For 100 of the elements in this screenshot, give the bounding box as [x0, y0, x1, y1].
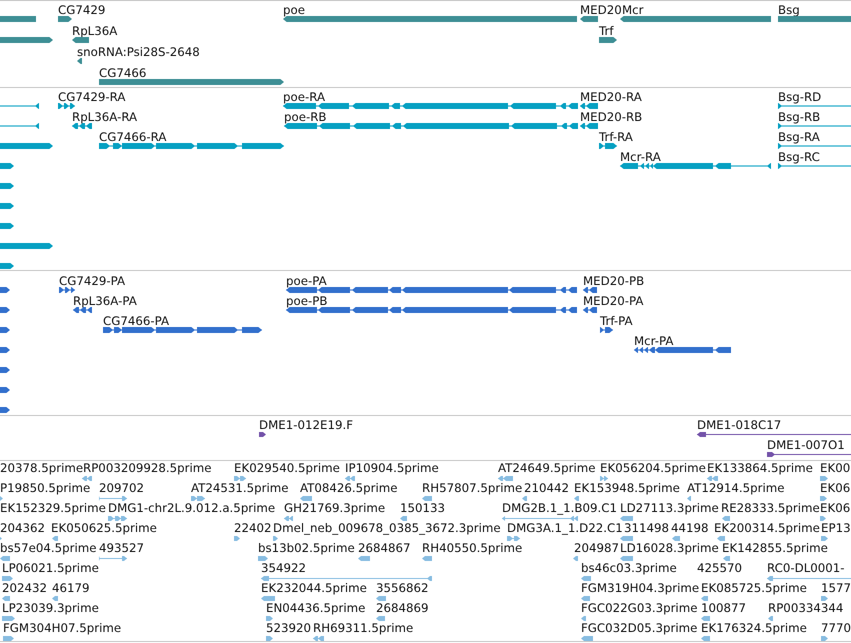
feature-label: DMG1-chr2L.9.012.a.5prime — [108, 501, 276, 515]
feature-label: Trf-PA — [600, 314, 633, 328]
feature-label: EK232044.5prime — [261, 581, 367, 595]
feature-label: EK152329.5prime — [0, 501, 106, 515]
feature-label: RC0-DL0001- — [767, 561, 845, 575]
feature-label: DME1-012E19.F — [259, 418, 353, 432]
feature-label: CG7429-RA — [58, 90, 126, 104]
feature-label: bs13b02.5prime — [258, 541, 355, 555]
feature-label: LD27113.3prime — [620, 501, 719, 515]
feature-label: MED20-RB — [580, 110, 642, 124]
feature-label: MED20 — [580, 3, 622, 17]
feature-label: 204362 — [0, 521, 46, 535]
feature-label: CG7466-PA — [103, 314, 170, 328]
feature-label: EK06 — [820, 501, 850, 515]
feature-label: RH57807.5prime — [422, 481, 522, 495]
feature-label: P19850.5prime — [0, 481, 90, 495]
feature-label: Bsg-RA — [778, 130, 820, 144]
feature-label: MED20-PB — [583, 274, 644, 288]
feature-label: EK200314.5prime — [714, 521, 820, 535]
feature-label: IP10904.5prime — [345, 461, 439, 475]
feature-label: AT12914.5prime — [687, 481, 785, 495]
feature-label: EK00 — [820, 461, 850, 475]
feature-label: LD16028.3prime — [620, 541, 719, 555]
feature-label: AT24531.5prime — [191, 481, 289, 495]
feature-label: LP23039.3prime — [2, 601, 99, 615]
feature-label: EP13 — [821, 521, 851, 535]
feature-label: 2684869 — [376, 601, 429, 615]
feature-label: Dmel_neb_009678_0385_3672.3prime — [273, 521, 501, 535]
feature-label: RpL36A-PA — [73, 294, 137, 308]
feature-label: FGM304H07.5prime — [3, 621, 122, 635]
feature-label: 354922 — [261, 561, 306, 575]
feature-label: LP06021.5prime — [2, 561, 99, 575]
feature-label: poe-RB — [284, 110, 327, 124]
feature-label: 20378.5prime — [0, 461, 84, 475]
feature-label: CG7429 — [58, 3, 106, 17]
feature-label: 311498 — [624, 521, 670, 535]
feature-label: DME1-018C17 — [697, 418, 782, 432]
feature-label: CG7466 — [99, 66, 146, 80]
feature-label: Mcr — [622, 3, 644, 17]
feature-label: EK153948.5prime — [574, 481, 680, 495]
feature-label: RP00334344 — [768, 601, 844, 615]
feature-label: Trf — [599, 24, 614, 38]
feature-label: Bsg — [778, 3, 800, 17]
feature-label: EK050625.5prime — [51, 521, 157, 535]
feature-label: 2684867 — [358, 541, 411, 555]
feature-label: 425570 — [697, 561, 742, 575]
feature-label: poe-PB — [286, 294, 328, 308]
feature-label: DMG3A.1_1.D22.C1 — [507, 521, 623, 535]
feature-label: EK133864.5prime — [707, 461, 813, 475]
feature-label: 202432 — [2, 581, 48, 595]
feature-label: Bsg-RB — [778, 110, 820, 124]
feature-label: EK176324.5prime — [701, 621, 807, 635]
feature-label: 3556862 — [376, 581, 429, 595]
feature-label: MED20-PA — [583, 294, 644, 308]
feature-label: FGM319H04.3prime — [581, 581, 700, 595]
feature-label: AT08426.5prime — [300, 481, 398, 495]
feature-label: EK029540.5prime — [234, 461, 340, 475]
feature-label: EK142855.5prime — [722, 541, 828, 555]
feature-label: poe-PA — [286, 274, 327, 288]
feature-label: bs46c03.3prime — [581, 561, 677, 575]
feature-label: AT24649.5prime — [498, 461, 596, 475]
feature-label: poe — [283, 3, 305, 17]
feature-label: EN04436.5prime — [266, 601, 366, 615]
feature-label: 210442 — [524, 481, 570, 495]
feature-label: GH21769.3prime — [284, 501, 386, 515]
feature-label: CG7466-RA — [99, 130, 166, 144]
feature-label: 7770 — [821, 621, 851, 635]
feature-label: EK085725.5prime — [701, 581, 807, 595]
feature-label: 22402 — [234, 521, 272, 535]
feature-label: DMG2B.1_1.B09.C1 — [502, 501, 618, 515]
feature-label: Bsg-RC — [778, 150, 820, 164]
feature-label: EK056204.5prime — [600, 461, 706, 475]
feature-label: poe-RA — [283, 90, 326, 104]
feature-label: EK06 — [820, 481, 850, 495]
feature-label: 46179 — [52, 581, 90, 595]
feature-label: 523920 — [266, 621, 312, 635]
feature-label: Mcr-PA — [634, 334, 674, 348]
feature-label: 1577 — [821, 581, 851, 595]
feature-label: 209702 — [99, 481, 144, 495]
feature-label: Mcr-RA — [620, 150, 661, 164]
feature-label: RP003209928.5prime — [83, 461, 212, 475]
feature-label: RpL36A — [72, 24, 118, 38]
feature-label: 493527 — [99, 541, 144, 555]
feature-label: snoRNA:Psi28S-2648 — [77, 45, 200, 59]
feature-label: FGC022G03.3prime — [581, 601, 698, 615]
feature-label: bs57e04.5prime — [0, 541, 97, 555]
feature-label: DME1-007O1 — [767, 438, 845, 452]
feature-label: RH69311.5prime — [313, 621, 414, 635]
feature-label: CG7429-PA — [59, 274, 126, 288]
feature-label: MED20-RA — [580, 90, 642, 104]
feature-label: 204987 — [574, 541, 620, 555]
feature-label: 100877 — [701, 601, 746, 615]
feature-label: RE28333.5prime — [721, 501, 820, 515]
feature-label: FGC032D05.3prime — [581, 621, 698, 635]
feature-label: Bsg-RD — [778, 90, 822, 104]
feature-label: Trf-RA — [599, 130, 633, 144]
feature-label: 150133 — [400, 501, 446, 515]
feature-label: RH40550.5prime — [422, 541, 522, 555]
feature-label: 44198 — [671, 521, 709, 535]
feature-label: RpL36A-RA — [72, 110, 138, 124]
